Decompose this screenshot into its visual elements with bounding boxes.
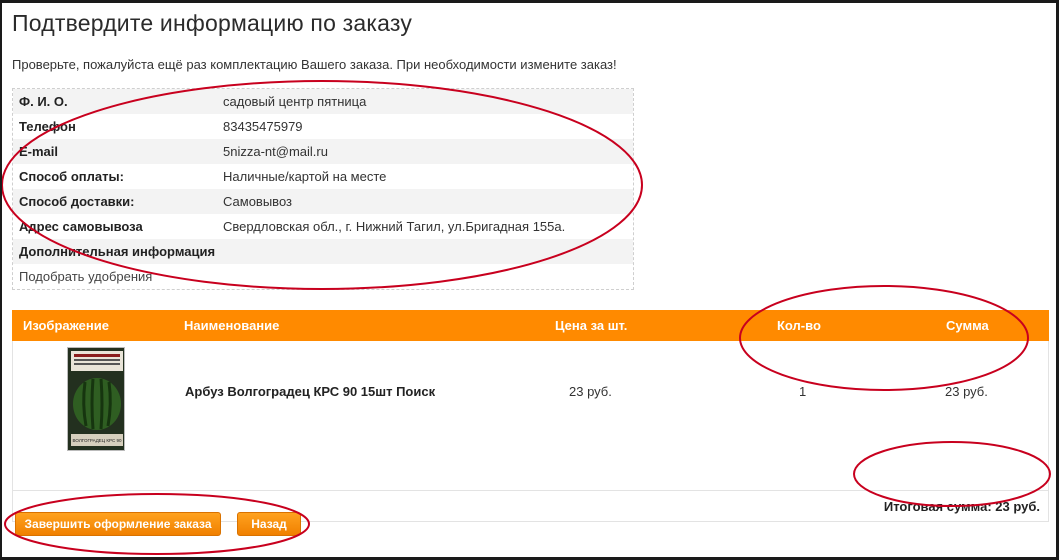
products-table: Изображение Наименование Цена за шт. Кол… — [12, 310, 1049, 522]
product-name[interactable]: Арбуз Волгоградец КРС 90 15шт Поиск — [185, 384, 435, 399]
info-row-payment: Способ оплаты: Наличные/картой на месте — [13, 164, 633, 189]
info-row-extra-value: Подобрать удобрения — [13, 264, 633, 289]
delivery-label: Способ доставки: — [19, 194, 135, 209]
order-total: Итоговая сумма: 23 руб. — [883, 499, 1040, 514]
header-price: Цена за шт. — [555, 318, 628, 333]
back-button[interactable]: Назад — [237, 512, 301, 536]
fio-value: садовый центр пятница — [223, 94, 367, 109]
extra-value: Подобрать удобрения — [19, 269, 153, 284]
header-sum: Сумма — [946, 318, 989, 333]
email-value: 5nizza-nt@mail.ru — [223, 144, 328, 159]
payment-label: Способ оплаты: — [19, 169, 124, 184]
info-row-delivery: Способ доставки: Самовывоз — [13, 189, 633, 214]
pickup-value: Свердловская обл., г. Нижний Тагил, ул.Б… — [223, 219, 566, 234]
phone-label: Телефон — [19, 119, 76, 134]
header-image: Изображение — [23, 318, 109, 333]
pickup-label: Адрес самовывоза — [19, 219, 143, 234]
info-row-fio: Ф. И. О. садовый центр пятница — [13, 89, 633, 114]
product-qty: 1 — [799, 384, 807, 399]
phone-value: 83435475979 — [223, 119, 303, 134]
product-sum: 23 руб. — [945, 384, 988, 399]
info-row-email: E-mail 5nizza-nt@mail.ru — [13, 139, 633, 164]
email-label: E-mail — [19, 144, 59, 159]
fio-label: Ф. И. О. — [19, 94, 68, 109]
watermelon-package-icon: ВОЛГОГРАДЕЦ КРС 90 — [68, 348, 124, 450]
table-row: ВОЛГОГРАДЕЦ КРС 90 Арбуз Волгоградец КРС… — [12, 341, 1049, 491]
info-row-extra: Дополнительная информация — [13, 239, 633, 264]
delivery-value: Самовывоз — [223, 194, 292, 209]
info-row-pickup: Адрес самовывоза Свердловская обл., г. Н… — [13, 214, 633, 239]
products-header: Изображение Наименование Цена за шт. Кол… — [12, 310, 1049, 341]
product-price: 23 руб. — [569, 384, 612, 399]
header-qty: Кол-во — [777, 318, 821, 333]
payment-value: Наличные/картой на месте — [223, 169, 387, 184]
page-title: Подтвердите информацию по заказу — [12, 10, 413, 36]
product-image[interactable]: ВОЛГОГРАДЕЦ КРС 90 — [67, 347, 125, 451]
package-label: ВОЛГОГРАДЕЦ КРС 90 — [73, 438, 122, 443]
finish-order-button[interactable]: Завершить оформление заказа — [15, 512, 221, 536]
order-info-table: Ф. И. О. садовый центр пятница Телефон 8… — [12, 88, 634, 290]
header-name: Наименование — [184, 318, 280, 333]
intro-text: Проверьте, пожалуйста ещё раз комплектац… — [12, 57, 617, 72]
extra-label: Дополнительная информация — [19, 244, 216, 259]
info-row-phone: Телефон 83435475979 — [13, 114, 633, 139]
